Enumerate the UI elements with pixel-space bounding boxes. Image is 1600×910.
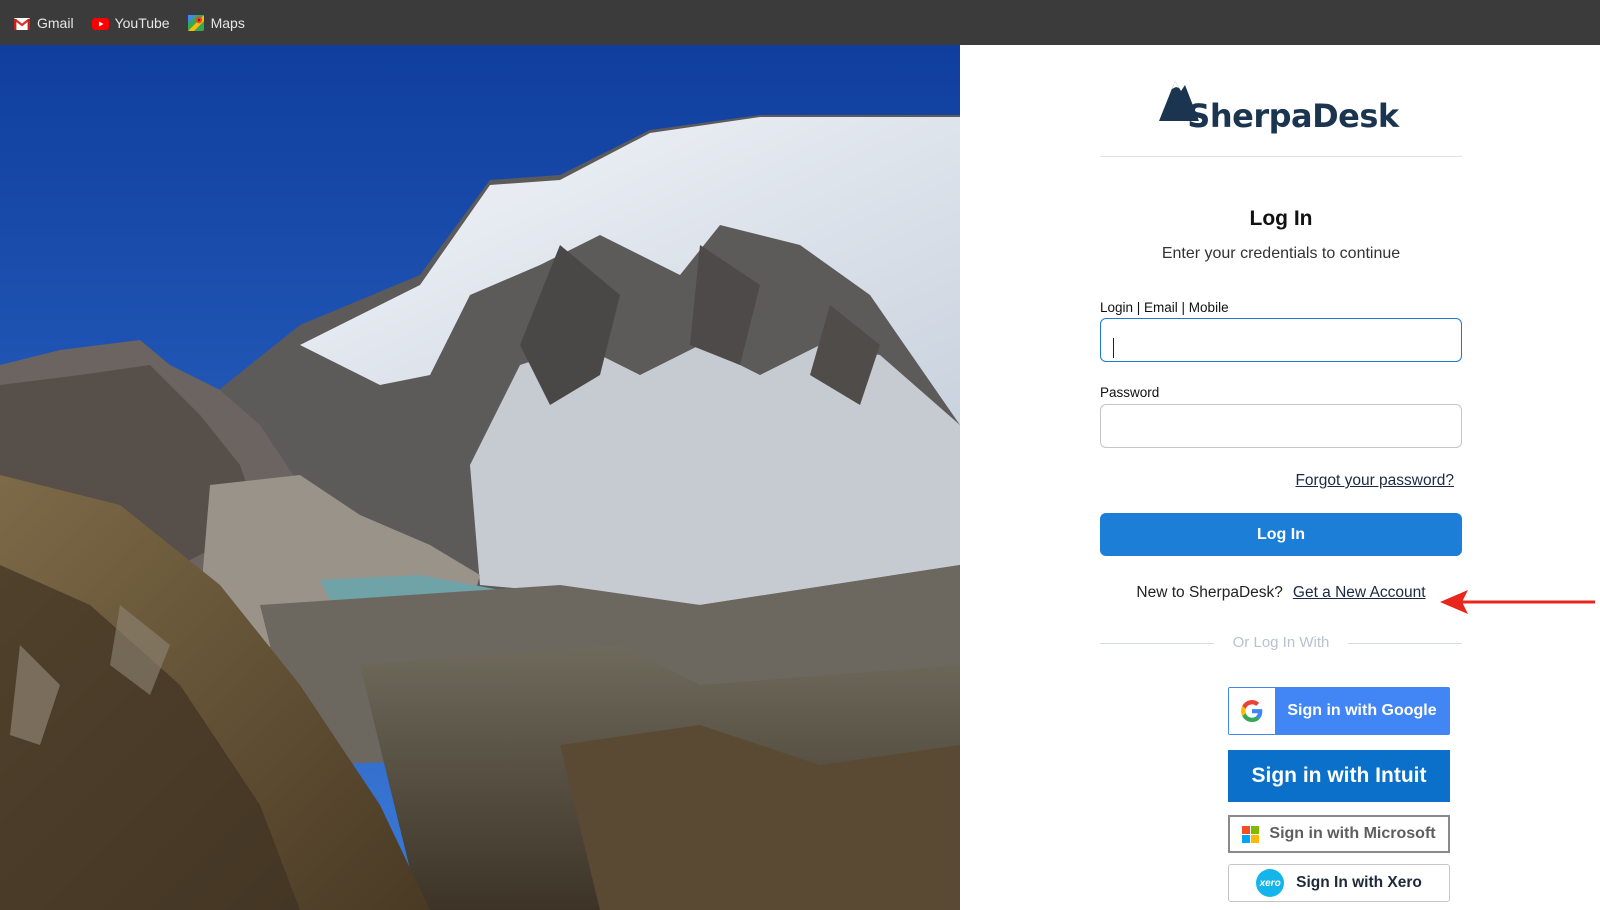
page-title: Log In (1249, 207, 1313, 230)
mountain-logo-icon (1159, 80, 1200, 121)
intuit-signin-button[interactable]: Sign in with Intuit (1228, 750, 1450, 802)
google-signin-button[interactable]: Sign in with Google (1228, 687, 1450, 735)
login-input[interactable] (1100, 318, 1462, 362)
forgot-password-link[interactable]: Forgot your password? (1242, 472, 1454, 490)
password-field-label: Password (1100, 385, 1160, 400)
maps-icon (187, 14, 204, 31)
bookmark-maps[interactable]: Maps (187, 14, 245, 31)
youtube-icon (91, 17, 109, 30)
microsoft-signin-label: Sign in with Microsoft (1269, 825, 1436, 842)
new-account-prompt: New to SherpaDesk? (1136, 584, 1283, 601)
or-divider-label: Or Log In With (1232, 634, 1330, 651)
new-account-row: New to SherpaDesk? Get a New Account (1100, 584, 1462, 602)
bookmark-youtube[interactable]: YouTube (91, 14, 170, 31)
login-field-label: Login | Email | Mobile (1100, 300, 1229, 315)
microsoft-icon (1242, 825, 1260, 843)
gmail-icon (14, 17, 30, 30)
google-icon (1229, 688, 1275, 734)
login-button[interactable]: Log In (1100, 513, 1462, 556)
password-input[interactable] (1100, 404, 1462, 448)
bookmark-label: YouTube (114, 14, 170, 31)
google-signin-label: Sign in with Google (1287, 702, 1437, 719)
page-subtitle: Enter your credentials to continue (1161, 245, 1401, 262)
text-caret (1113, 338, 1114, 358)
brand-name: SherpaDesk (1187, 96, 1399, 135)
intuit-signin-label: Sign in with Intuit (1251, 764, 1427, 787)
annotation-arrow-icon (1440, 590, 1595, 614)
xero-signin-label: Sign In with Xero (1296, 874, 1422, 891)
hero-mountain-photo (0, 45, 960, 910)
xero-signin-button[interactable]: xero Sign In with Xero (1228, 864, 1450, 902)
login-panel: SherpaDesk Log In Enter your credentials… (960, 45, 1600, 910)
microsoft-signin-button[interactable]: Sign in with Microsoft (1228, 815, 1450, 853)
or-divider: Or Log In With (1100, 633, 1462, 653)
bookmarks-bar: Gmail YouTube Maps (0, 0, 1600, 45)
bookmark-label: Maps (210, 14, 245, 31)
bookmark-gmail[interactable]: Gmail (14, 15, 74, 31)
brand-logo: SherpaDesk (1100, 75, 1462, 157)
xero-icon: xero (1256, 869, 1285, 897)
new-account-link[interactable]: Get a New Account (1293, 584, 1426, 601)
bookmark-label: Gmail (37, 14, 74, 31)
